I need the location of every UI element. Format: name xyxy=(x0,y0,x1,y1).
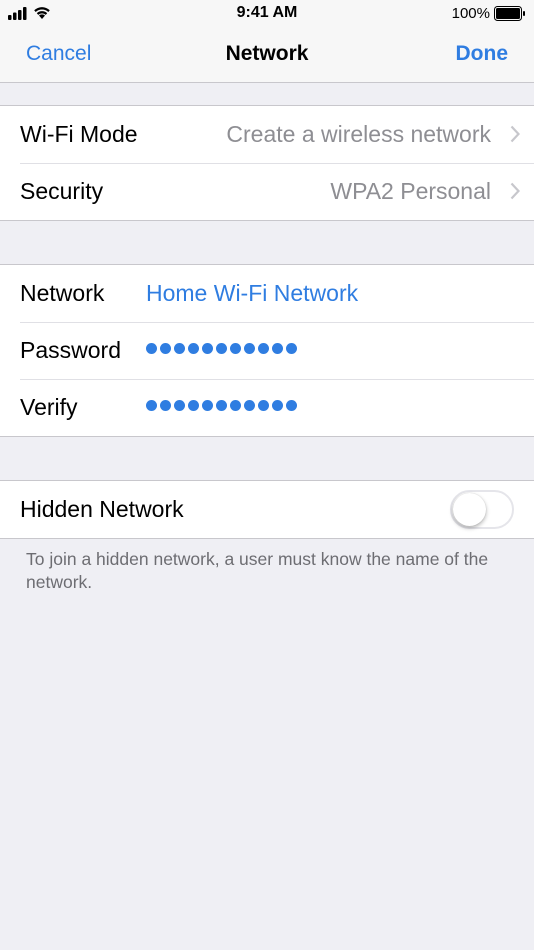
credentials-group: Network Home Wi-Fi Network Password Veri… xyxy=(0,264,534,437)
password-row: Password xyxy=(0,322,534,379)
navigation-bar: Cancel Network Done xyxy=(0,28,534,83)
wifi-mode-value: Create a wireless network xyxy=(226,121,491,147)
password-mask-dot xyxy=(160,343,171,354)
password-mask-dot xyxy=(244,400,255,411)
done-button[interactable]: Done xyxy=(456,42,509,66)
password-mask-dot xyxy=(160,400,171,411)
password-mask-dot xyxy=(188,343,199,354)
password-mask-dot xyxy=(174,400,185,411)
chevron-right-icon xyxy=(510,182,520,200)
battery-full-icon xyxy=(494,6,525,21)
password-mask-dot xyxy=(216,343,227,354)
verify-row: Verify xyxy=(0,379,534,436)
password-mask-dot xyxy=(258,400,269,411)
mode-settings-group: Wi-Fi Mode Create a wireless network Sec… xyxy=(0,105,534,221)
network-label: Network xyxy=(20,280,105,306)
security-row[interactable]: Security WPA2 Personal xyxy=(0,163,534,220)
toggle-knob xyxy=(453,493,486,526)
password-mask-dot xyxy=(202,343,213,354)
password-mask-dot xyxy=(244,343,255,354)
password-mask-dot xyxy=(230,343,241,354)
security-label: Security xyxy=(20,178,104,204)
password-mask-dot xyxy=(286,343,297,354)
password-mask-dot xyxy=(146,343,157,354)
network-name-field[interactable]: Home Wi-Fi Network xyxy=(146,280,358,307)
password-mask-dot xyxy=(272,400,283,411)
status-bar: 9:41 AM 100% xyxy=(0,0,534,28)
hidden-network-row: Hidden Network xyxy=(0,481,534,538)
verify-password-field[interactable] xyxy=(146,400,297,411)
battery-percent: 100% xyxy=(451,5,490,22)
password-mask-dot xyxy=(258,343,269,354)
hidden-network-toggle[interactable] xyxy=(450,490,514,529)
hidden-network-group: Hidden Network xyxy=(0,480,534,539)
password-mask-dot xyxy=(188,400,199,411)
password-mask-dot xyxy=(146,400,157,411)
password-mask-dot xyxy=(202,400,213,411)
password-mask-dot xyxy=(174,343,185,354)
verify-label: Verify xyxy=(20,394,78,420)
network-name-row: Network Home Wi-Fi Network xyxy=(0,265,534,322)
password-field[interactable] xyxy=(146,343,297,354)
hidden-network-note: To join a hidden network, a user must kn… xyxy=(26,549,489,592)
password-mask-dot xyxy=(216,400,227,411)
wifi-mode-row[interactable]: Wi-Fi Mode Create a wireless network xyxy=(0,106,534,163)
password-label: Password xyxy=(20,337,121,363)
page-title: Network xyxy=(225,42,309,65)
password-mask-dot xyxy=(230,400,241,411)
hidden-network-label: Hidden Network xyxy=(20,496,184,522)
password-mask-dot xyxy=(286,400,297,411)
wifi-mode-label: Wi-Fi Mode xyxy=(20,121,138,147)
chevron-right-icon xyxy=(510,125,520,143)
security-value: WPA2 Personal xyxy=(330,178,491,204)
password-mask-dot xyxy=(272,343,283,354)
